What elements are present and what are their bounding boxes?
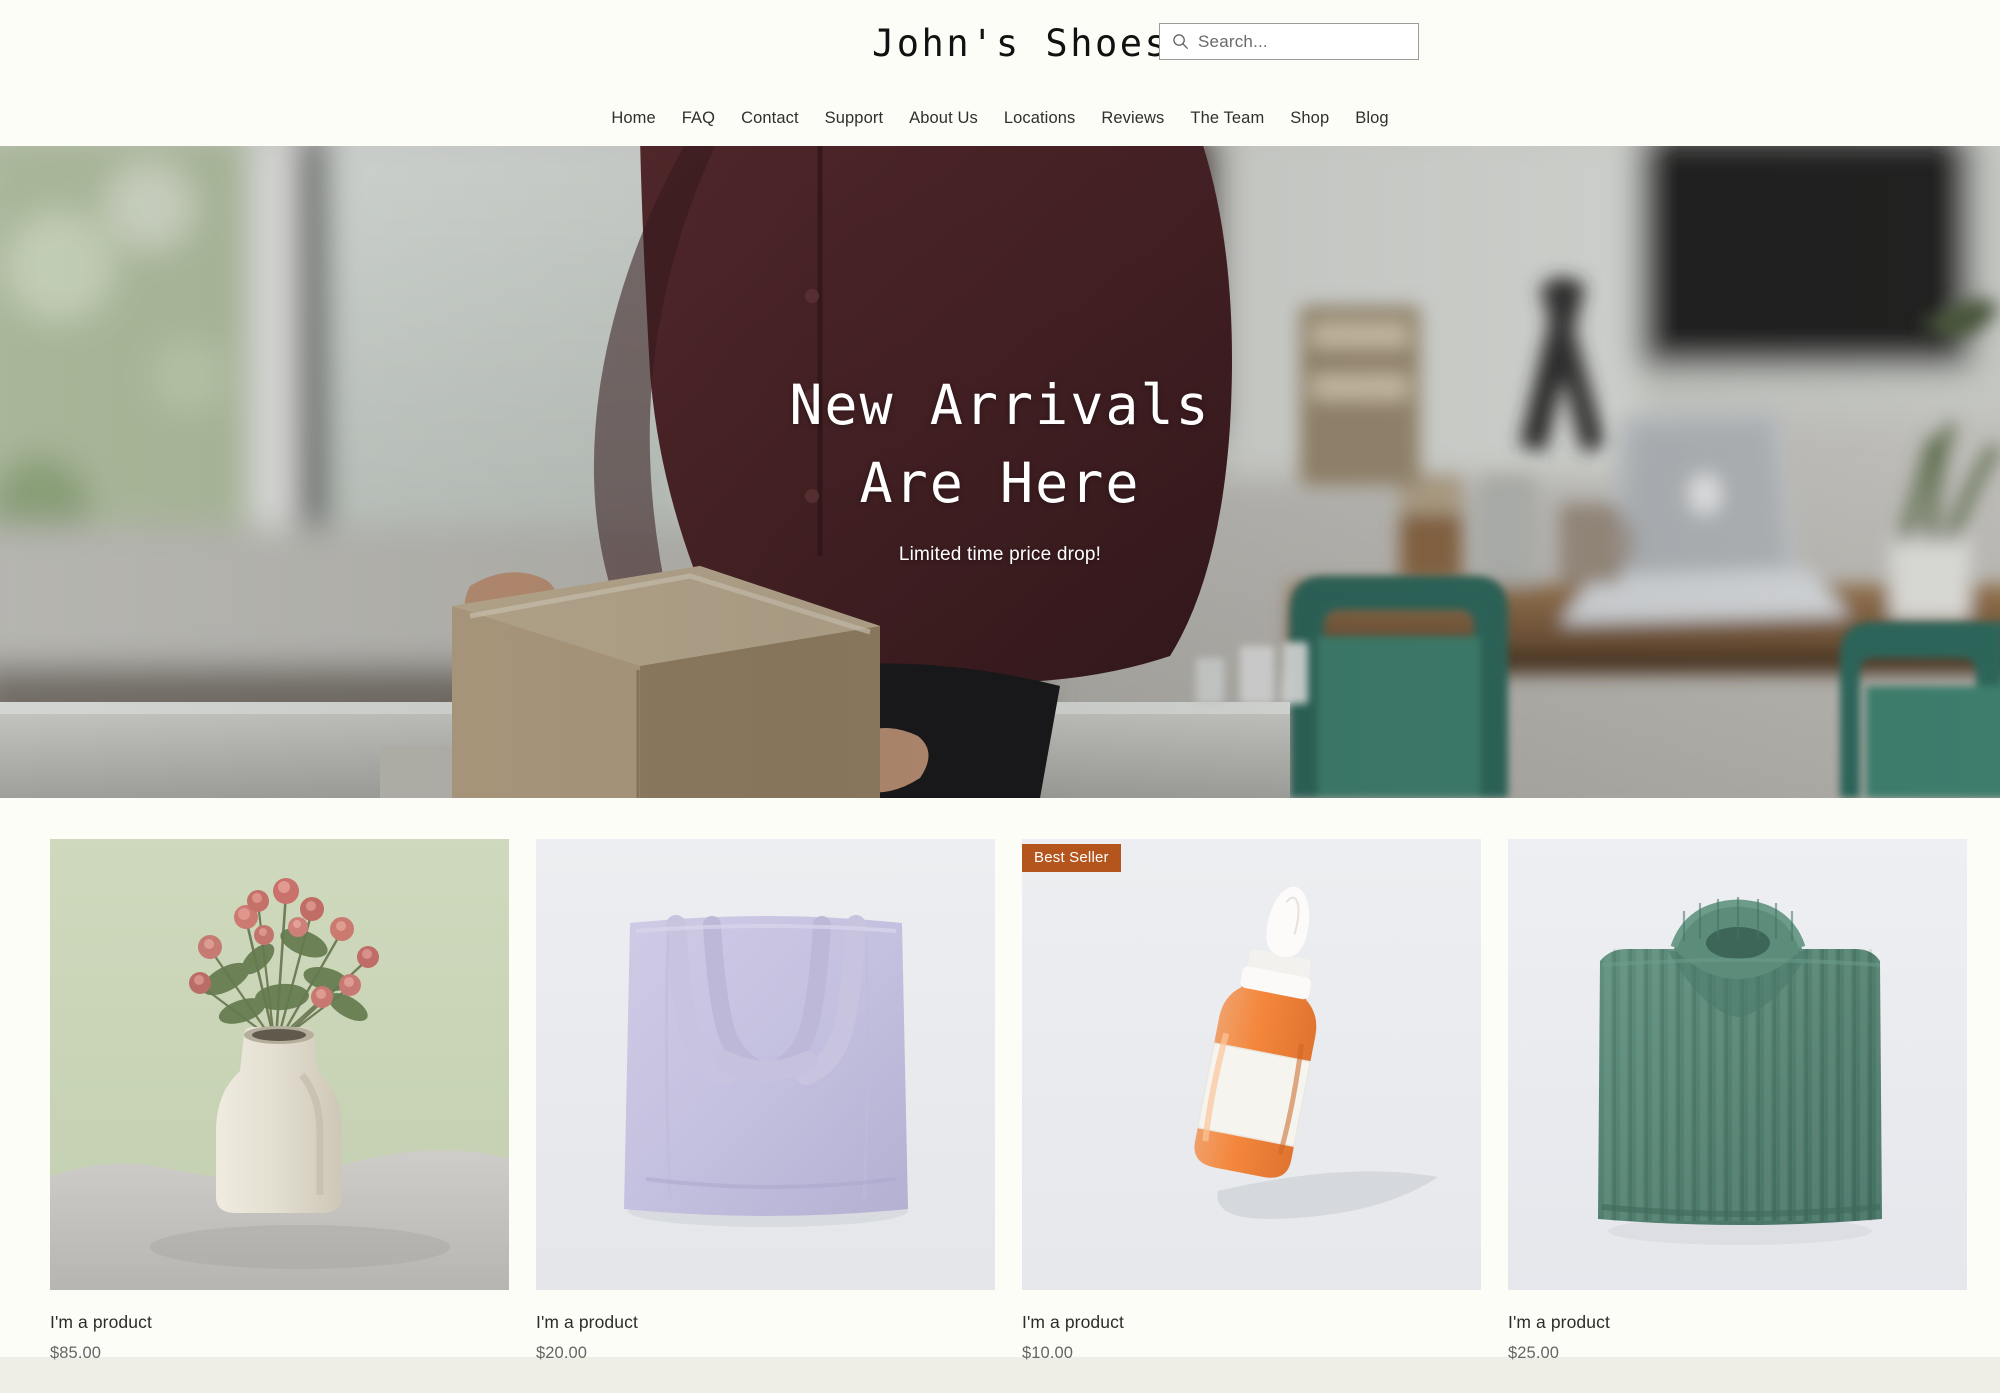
nav-item-home[interactable]: Home — [598, 109, 668, 128]
hero-overlay — [0, 146, 2000, 798]
nav-item-shop[interactable]: Shop — [1277, 109, 1342, 128]
product-title: I'm a product — [1022, 1312, 1124, 1332]
search-icon — [1172, 33, 1189, 50]
product-card[interactable]: I'm a product $20.00 — [536, 839, 995, 1363]
product-card[interactable]: Best Seller I'm a product $10.00 — [1022, 839, 1481, 1363]
nav-item-locations[interactable]: Locations — [991, 109, 1089, 128]
site-brand-title[interactable]: John's Shoes — [872, 22, 1169, 65]
hero-banner: New Arrivals Are Here Limited time price… — [0, 146, 2000, 798]
product-title: I'm a product — [536, 1312, 638, 1332]
search-box[interactable] — [1159, 23, 1419, 60]
product-image-tote-bag[interactable] — [536, 839, 995, 1290]
nav-item-the-team[interactable]: The Team — [1177, 109, 1277, 128]
product-price: $85.00 — [50, 1344, 102, 1362]
product-title: I'm a product — [1508, 1312, 1610, 1332]
nav-item-support[interactable]: Support — [812, 109, 897, 128]
product-card[interactable]: I'm a product $25.00 — [1508, 839, 1967, 1363]
product-price: $10.00 — [1022, 1344, 1074, 1362]
product-price: $25.00 — [1508, 1344, 1560, 1362]
site-header: John's Shoes Home FAQ Contact Support Ab… — [0, 0, 2000, 146]
nav-item-contact[interactable]: Contact — [728, 109, 812, 128]
product-price: $20.00 — [536, 1344, 588, 1362]
nav-item-about-us[interactable]: About Us — [896, 109, 991, 128]
search-input[interactable] — [1198, 31, 1406, 52]
product-image-sweater[interactable] — [1508, 839, 1967, 1290]
nav-item-blog[interactable]: Blog — [1342, 109, 1401, 128]
product-image-serum-bottle[interactable]: Best Seller — [1022, 839, 1481, 1290]
nav-item-faq[interactable]: FAQ — [669, 109, 728, 128]
product-card[interactable]: I'm a product $85.00 — [50, 839, 509, 1363]
product-image-vase[interactable] — [50, 839, 509, 1290]
nav-item-reviews[interactable]: Reviews — [1088, 109, 1177, 128]
product-title: I'm a product — [50, 1312, 152, 1332]
best-seller-badge: Best Seller — [1022, 844, 1121, 872]
header-top-bar: John's Shoes — [0, 0, 2000, 90]
main-navigation: Home FAQ Contact Support About Us Locati… — [0, 90, 2000, 146]
product-carousel-section: I'm a product $85.00 I'm a product $20.0… — [0, 798, 2000, 1362]
product-grid: I'm a product $85.00 I'm a product $20.0… — [0, 839, 2000, 1363]
